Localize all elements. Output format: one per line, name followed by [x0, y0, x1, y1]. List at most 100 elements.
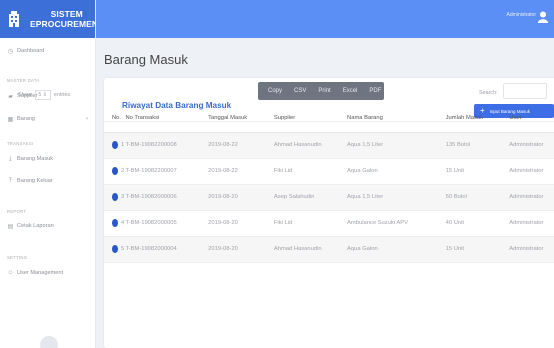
cell-nama-barang: Aqua Galon	[347, 158, 446, 185]
excel-button[interactable]: Excel	[337, 88, 364, 94]
cell-no-transaksi: T-BM-19082200008	[125, 132, 209, 159]
cell-no-transaksi: T-BM-19082200007	[125, 158, 209, 185]
expand-row-icon[interactable]	[112, 141, 118, 149]
column-header-no-transaksi[interactable]: No Transaksi	[125, 105, 209, 133]
table-row: 4 T-BM-19082000005 2019-08-20 Fiki Lid A…	[104, 210, 554, 237]
column-header-no[interactable]: No.	[104, 105, 126, 133]
sidebar-item-barang-masuk[interactable]: ⤓ Barang Masuk	[0, 152, 96, 166]
select-arrow-icon: ⇕	[42, 92, 47, 98]
export-buttons: Copy CSV Print Excel PDF	[258, 82, 384, 100]
cell-tanggal-masuk: 2019-08-20	[208, 210, 274, 237]
sidebar-item-label: Barang Masuk	[17, 156, 54, 162]
sidebar-item-dashboard[interactable]: ◷ Dashboard	[0, 44, 96, 58]
cell-supplier: Asep Salahudin	[273, 184, 348, 211]
barang-masuk-table: No. No Transaksi Tanggal Masuk Supplier …	[104, 105, 554, 263]
upload-icon: ⤒	[9, 177, 12, 184]
row-number: 3	[121, 194, 125, 200]
sidebar-section-master: MASTER DATA	[7, 78, 40, 83]
cell-supplier: Fiki Lid	[273, 158, 348, 185]
table-row: 1 T-BM-19082200008 2019-08-22 Ahmad Hasa…	[104, 132, 554, 159]
search-label: Search:	[479, 90, 498, 96]
entries-select[interactable]: 5 ⇕	[34, 90, 51, 100]
sidebar-item-barang[interactable]: ▦ Barang ›	[0, 112, 96, 126]
row-number: 1	[121, 142, 125, 148]
csv-button[interactable]: CSV	[288, 88, 312, 94]
entries-label: entries	[53, 92, 71, 98]
download-icon: ⤓	[9, 155, 12, 162]
brand[interactable]: SISTEM EPROCUREMENT	[0, 0, 103, 38]
search-input[interactable]	[503, 83, 547, 99]
print-button[interactable]: Print	[312, 88, 336, 94]
sidebar: SISTEM EPROCUREMENT ◷ Dashboard MASTER D…	[0, 0, 103, 348]
building-icon	[8, 11, 20, 27]
sidebar-item-user-management[interactable]: ☺ User Management	[0, 266, 96, 280]
sidebar-item-label: Cetak Laporan	[17, 223, 54, 229]
column-header-tanggal-masuk[interactable]: Tanggal Masuk	[208, 105, 274, 133]
cell-supplier: Ahmad Hasanudin	[273, 236, 348, 263]
box-icon: ▦	[7, 116, 14, 123]
row-number: 5	[121, 246, 125, 252]
table-row: 2 T-BM-19082200007 2019-08-22 Fiki Lid A…	[104, 158, 554, 185]
sidebar-item-cetak-laporan[interactable]: ▤ Cetak Laporan	[0, 219, 96, 233]
table-row: 3 T-BM-19082000006 2019-08-20 Asep Salah…	[104, 184, 554, 211]
cell-jumlah-masuk: 135 Botol	[445, 132, 510, 159]
column-header-nama-barang[interactable]: Nama Barang	[347, 105, 446, 133]
cell-jumlah-masuk: 15 Unit	[445, 158, 510, 185]
topbar: Administrator	[96, 0, 554, 38]
sidebar-item-label: Dashboard	[17, 48, 45, 54]
cell-nama-barang: Ambulance Suzuki APV	[347, 210, 446, 237]
cell-no: 3	[104, 184, 126, 211]
dashboard-icon: ◷	[7, 48, 14, 55]
row-number: 2	[121, 168, 125, 174]
sidebar-section-setting: SETTING	[7, 255, 28, 260]
column-header-jumlah-masuk[interactable]: Jumlah Masuk	[445, 105, 510, 133]
table-row: 5 T-BM-19082000004 2019-08-20 Ahmad Hasa…	[104, 236, 554, 263]
cell-no: 2	[104, 158, 126, 185]
cell-jumlah-masuk: 15 Unit	[445, 236, 510, 263]
brand-name: SISTEM EPROCUREMENT	[30, 9, 103, 29]
show-entries: Show 5 ⇕ entries	[18, 90, 70, 100]
expand-row-icon[interactable]	[112, 167, 118, 175]
sidebar-section-report: REPORT	[7, 209, 27, 214]
sidebar-toggle-button[interactable]	[40, 336, 58, 348]
cell-nama-barang: Aqua Galon	[347, 236, 446, 263]
cell-no-transaksi: T-BM-19082000005	[125, 210, 209, 237]
user-avatar-icon[interactable]	[538, 10, 548, 23]
sidebar-item-label: User Management	[17, 270, 64, 276]
truck-icon: ▰	[8, 93, 13, 100]
cell-supplier: Ahmad Hasanudin	[273, 132, 348, 159]
sidebar-item-label: Barang Keluar	[17, 178, 53, 184]
brand-line-1: SISTEM	[50, 9, 83, 19]
cell-user: Administrator	[509, 184, 554, 211]
cell-nama-barang: Aqua 1,5 Liter	[347, 184, 446, 211]
column-header-user[interactable]: User	[509, 105, 554, 133]
file-icon: ▤	[7, 223, 14, 230]
cell-user: Administrator	[509, 132, 554, 159]
cell-user: Administrator	[509, 210, 554, 237]
table-header-row: No. No Transaksi Tanggal Masuk Supplier …	[104, 105, 554, 133]
cell-tanggal-masuk: 2019-08-20	[208, 184, 274, 211]
cell-jumlah-masuk: 50 Botol	[445, 184, 510, 211]
expand-row-icon[interactable]	[112, 245, 118, 253]
cell-user: Administrator	[509, 236, 554, 263]
sidebar-item-barang-keluar[interactable]: ⤒ Barang Keluar	[0, 174, 96, 188]
cell-tanggal-masuk: 2019-08-22	[208, 158, 274, 185]
cell-tanggal-masuk: 2019-08-22	[208, 132, 274, 159]
cell-jumlah-masuk: 40 Unit	[445, 210, 510, 237]
column-header-supplier[interactable]: Supplier	[273, 105, 348, 133]
cell-no-transaksi: T-BM-19082000004	[125, 236, 209, 263]
cell-no-transaksi: T-BM-19082000006	[125, 184, 209, 211]
cell-no: 4	[104, 210, 126, 237]
row-number: 4	[121, 220, 125, 226]
expand-row-icon[interactable]	[112, 219, 118, 227]
cell-no: 1	[104, 132, 126, 159]
user-name[interactable]: Administrator	[507, 12, 536, 18]
entries-select-value: 5	[38, 92, 42, 98]
cell-user: Administrator	[509, 158, 554, 185]
cell-nama-barang: Aqua 1,5 Liter	[347, 132, 446, 159]
pdf-button[interactable]: PDF	[363, 88, 387, 94]
sidebar-section-transaksi: TRANSAKSI	[7, 141, 34, 146]
expand-row-icon[interactable]	[112, 193, 118, 201]
users-icon: ☺	[7, 270, 14, 276]
copy-button[interactable]: Copy	[258, 88, 288, 94]
